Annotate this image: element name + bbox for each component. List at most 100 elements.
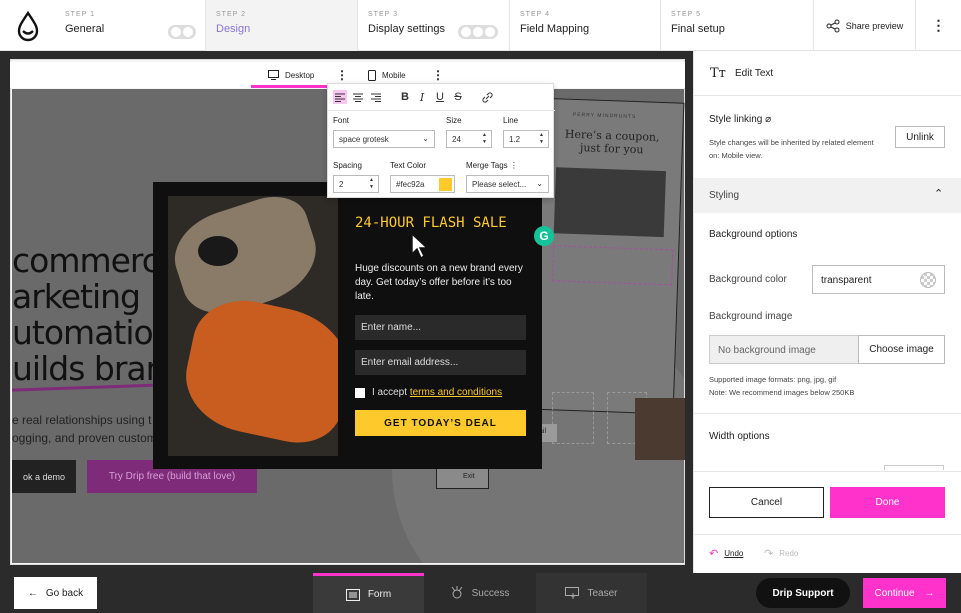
width-field-partial[interactable] xyxy=(884,465,944,470)
card-headline: Here’s a coupon, just for you xyxy=(564,127,660,157)
bg-image-field: No background image xyxy=(709,335,859,364)
align-left-icon[interactable] xyxy=(333,90,347,104)
size-label: Size xyxy=(446,116,462,125)
divider xyxy=(694,471,961,472)
styling-label: Styling xyxy=(709,190,740,201)
bg-color-label: Background color xyxy=(709,274,787,285)
done-button[interactable]: Done xyxy=(830,487,945,518)
italic-icon[interactable]: I xyxy=(415,90,429,104)
name-input[interactable]: Enter name... xyxy=(355,315,526,340)
align-right-icon[interactable] xyxy=(369,90,383,104)
line-value: 1.2 xyxy=(509,135,521,144)
tab-form-label: Form xyxy=(367,589,392,600)
terms-text: I accept xyxy=(372,387,410,398)
teaser-icon xyxy=(565,587,580,599)
undo-button[interactable]: ↶ Undo xyxy=(709,547,743,560)
stepper-arrows-icon[interactable]: ▲ ▼ xyxy=(369,177,374,191)
line-height-stepper[interactable]: 1.2 ▲ ▼ xyxy=(503,130,549,148)
share-preview-button[interactable]: Share preview xyxy=(813,0,916,51)
text-color-label: Text Color xyxy=(390,161,427,170)
card-dropzone xyxy=(552,245,674,286)
step-field-mapping[interactable]: STEP 4 Field Mapping xyxy=(510,0,661,51)
strikethrough-icon[interactable]: S xyxy=(451,90,465,104)
link-icon[interactable] xyxy=(480,90,494,104)
step-number: STEP 4 xyxy=(520,11,550,18)
step-general[interactable]: STEP 1 General xyxy=(55,0,206,51)
step-display-settings[interactable]: STEP 3 Display settings xyxy=(358,0,510,51)
redo-label: Redo xyxy=(779,549,799,558)
checker-icon[interactable] xyxy=(920,272,936,288)
step-design[interactable]: STEP 2 Design xyxy=(206,0,358,51)
tab-teaser-label: Teaser xyxy=(587,587,618,599)
cancel-button[interactable]: Cancel xyxy=(709,487,824,518)
popup-body[interactable]: Huge discounts on a new brand every day.… xyxy=(355,262,525,304)
bold-icon[interactable]: B xyxy=(398,90,412,104)
share-icon xyxy=(826,19,840,32)
step-label: Design xyxy=(216,23,251,35)
bg-image-label: Background image xyxy=(709,311,793,322)
book-demo-button[interactable]: ok a demo xyxy=(12,460,76,493)
arrow-left-icon: ← xyxy=(27,587,38,599)
font-select[interactable]: space grotesk ⌄ xyxy=(333,130,435,148)
bg-options-heading: Background options xyxy=(709,229,798,240)
tab-desktop-label: Desktop xyxy=(285,70,315,80)
choose-image-button[interactable]: Choose image xyxy=(858,335,945,364)
get-deal-button[interactable]: GET TODAY’S DEAL xyxy=(355,410,526,436)
unlink-button[interactable]: Unlink xyxy=(895,126,945,148)
grammarly-icon[interactable]: G xyxy=(534,226,554,246)
share-preview-label: Share preview xyxy=(845,20,904,31)
go-back-button[interactable]: ← Go back xyxy=(14,577,97,609)
divider xyxy=(694,95,961,96)
step-toggle[interactable] xyxy=(168,25,196,39)
underline-icon[interactable]: U xyxy=(433,90,447,104)
chevron-down-icon: ⌄ xyxy=(536,179,543,188)
bg-card-photo xyxy=(635,398,685,460)
step-number: STEP 5 xyxy=(671,11,701,18)
stepper-arrows-icon[interactable]: ▲ ▼ xyxy=(539,132,544,146)
tab-form[interactable]: Form xyxy=(313,573,424,613)
merge-tags-select[interactable]: Please select... ⌄ xyxy=(466,175,549,193)
color-swatch[interactable] xyxy=(439,178,452,191)
popup-title[interactable]: 24-HOUR FLASH SALE xyxy=(355,214,535,233)
style-linking-heading: Style linking ⌀ xyxy=(709,114,771,125)
align-center-icon[interactable] xyxy=(351,90,365,104)
text-color-input[interactable]: #fec92a xyxy=(390,175,455,193)
tab-mobile-label: Mobile xyxy=(382,70,406,80)
paperclip-icon: ⌀ xyxy=(765,114,772,125)
terms-label: I accept terms and conditions xyxy=(372,387,502,398)
continue-button[interactable]: Continue → xyxy=(863,578,946,608)
drip-support-button[interactable]: Drip Support xyxy=(756,578,850,608)
bg-dropzone xyxy=(552,392,594,444)
font-label: Font xyxy=(333,116,350,125)
redo-icon: ↷ xyxy=(764,548,774,560)
step-toggle[interactable] xyxy=(458,25,498,39)
panel-title: Edit Text xyxy=(735,68,774,79)
size-stepper[interactable]: 24 ▲ ▼ xyxy=(446,130,492,148)
hero-line: utomation xyxy=(12,313,174,352)
styling-section-header[interactable]: Styling ⌃ xyxy=(694,178,961,213)
width-options-heading: Width options xyxy=(709,431,770,442)
bg-color-input[interactable]: transparent xyxy=(812,265,945,294)
info-icon[interactable]: ⋮ xyxy=(510,161,518,170)
text-format-toolbar: B I U S Font space grotesk ⌄ Size 24 ▲ ▼ Li… xyxy=(327,83,555,198)
terms-link[interactable]: terms and conditions xyxy=(410,387,502,398)
style-linking-text: Style linking xyxy=(709,114,763,125)
drip-logo-icon[interactable] xyxy=(12,10,44,42)
properties-panel: Tт Edit Text Style linking ⌀ Style chang… xyxy=(693,51,961,573)
card-brand: PERRY MINDRUNTS xyxy=(572,111,637,121)
arrow-right-icon: → xyxy=(924,587,935,599)
chevron-down-icon: ⌄ xyxy=(422,134,429,143)
form-icon xyxy=(345,588,360,601)
kebab-icon[interactable]: ⋮ xyxy=(916,0,961,51)
spacing-stepper[interactable]: 2 ▲ ▼ xyxy=(333,175,379,193)
tab-teaser[interactable]: Teaser xyxy=(536,573,647,613)
redo-button[interactable]: ↷ Redo xyxy=(764,547,798,560)
tab-success[interactable]: Success xyxy=(424,573,535,613)
chevron-up-icon[interactable]: ⌃ xyxy=(934,187,943,200)
terms-checkbox[interactable] xyxy=(355,388,365,398)
stepper-arrows-icon[interactable]: ▲ ▼ xyxy=(482,132,487,146)
spacing-label: Spacing xyxy=(333,161,362,170)
email-input[interactable]: Enter email address... xyxy=(355,350,526,375)
step-final-setup[interactable]: STEP 5 Final setup xyxy=(661,0,813,51)
photo-shirt xyxy=(176,290,338,452)
